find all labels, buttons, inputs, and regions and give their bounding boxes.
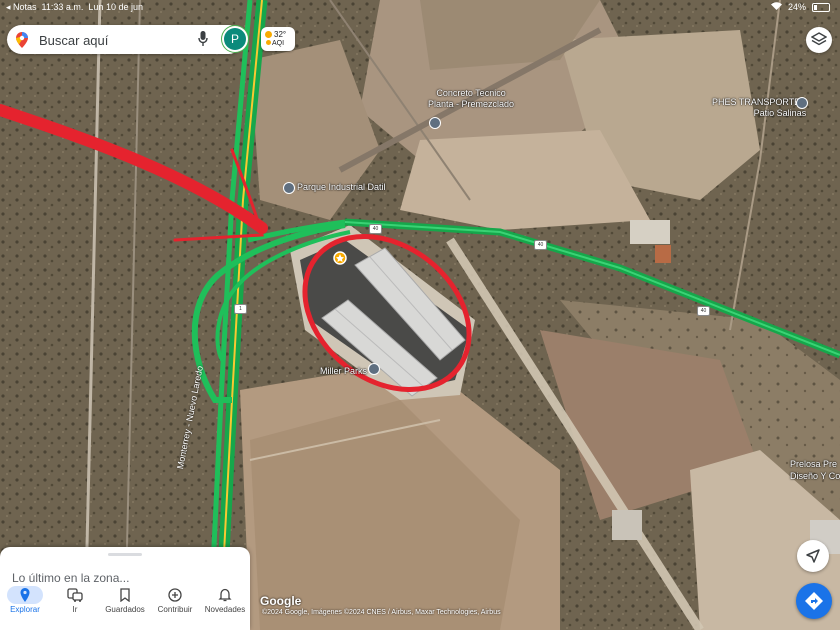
bookmark-icon bbox=[120, 588, 130, 602]
status-time: 11:33 a.m. bbox=[41, 2, 84, 12]
poi-label-concreto[interactable]: Concreto Tecnico Planta - Premezclado bbox=[428, 88, 514, 110]
satellite-map[interactable] bbox=[0, 0, 840, 630]
back-app-label[interactable]: ◂ Notas bbox=[6, 2, 37, 12]
poi-marker-phes[interactable] bbox=[796, 97, 808, 109]
microphone-icon[interactable] bbox=[198, 31, 208, 52]
bell-icon bbox=[218, 588, 232, 602]
route-shield-40-b: 40 bbox=[534, 240, 547, 250]
status-bar: ◂ Notas 11:33 a.m. Lun 10 de jun 24% bbox=[0, 0, 840, 14]
route-shield-1: 1 bbox=[234, 304, 247, 314]
weather-temp: 32° bbox=[274, 30, 287, 39]
status-left: ◂ Notas 11:33 a.m. Lun 10 de jun bbox=[6, 2, 143, 13]
bottom-navigation: Explorar Ir Guardados Contribuir Novedad… bbox=[0, 583, 250, 630]
poi-label-parque[interactable]: Parque Industrial Datil bbox=[297, 182, 386, 192]
nav-label-guardados: Guardados bbox=[105, 605, 145, 614]
layers-button[interactable] bbox=[806, 27, 832, 53]
nav-item-explorar[interactable]: Explorar bbox=[0, 583, 50, 630]
navigation-arrow-icon bbox=[806, 549, 820, 563]
directions-button[interactable] bbox=[796, 583, 832, 619]
poi-label-prelosa[interactable]: Prelosa Pre Diseño Y Co bbox=[790, 458, 840, 482]
nav-item-guardados[interactable]: Guardados bbox=[100, 583, 150, 630]
imagery-credits[interactable]: ©2024 Google, Imágenes ©2024 CNES / Airb… bbox=[262, 609, 501, 616]
directions-icon bbox=[805, 592, 823, 610]
location-pin-icon bbox=[20, 588, 30, 602]
nav-label-explorar: Explorar bbox=[10, 605, 40, 614]
nav-item-novedades[interactable]: Novedades bbox=[200, 583, 250, 630]
add-circle-icon bbox=[168, 588, 182, 602]
poi-marker-parque[interactable] bbox=[283, 182, 295, 194]
sun-icon bbox=[265, 31, 272, 38]
battery-icon bbox=[812, 2, 830, 12]
wifi-icon bbox=[770, 2, 782, 12]
poi-label-miller[interactable]: Miller Parks bbox=[320, 366, 367, 376]
poi-label-phes[interactable]: PHES TRANSPORTES Patio Salinas bbox=[712, 97, 806, 119]
sheet-drag-handle[interactable] bbox=[108, 553, 142, 556]
my-location-button[interactable] bbox=[797, 540, 829, 572]
nav-label-ir: Ir bbox=[72, 605, 78, 614]
nav-item-ir[interactable]: Ir bbox=[50, 583, 100, 630]
nav-label-contribuir: Contribuir bbox=[157, 605, 193, 614]
battery-percent: 24% bbox=[787, 2, 806, 12]
route-shield-40-a: 40 bbox=[369, 224, 382, 234]
aqi-indicator: AQI bbox=[266, 40, 284, 47]
google-logo: Google bbox=[260, 594, 302, 608]
poi-marker-concreto[interactable] bbox=[429, 117, 441, 129]
commute-icon bbox=[67, 588, 83, 602]
layers-icon bbox=[811, 32, 827, 46]
nav-item-contribuir[interactable]: Contribuir bbox=[150, 583, 200, 630]
nav-label-novedades: Novedades bbox=[204, 605, 246, 614]
avatar[interactable]: P bbox=[224, 28, 246, 50]
search-bar[interactable]: P bbox=[7, 25, 246, 54]
poi-marker-miller[interactable] bbox=[368, 363, 380, 375]
status-right: 24% bbox=[770, 2, 830, 12]
status-date: Lun 10 de jun bbox=[88, 2, 143, 12]
google-maps-pin-icon bbox=[16, 32, 28, 53]
search-input[interactable] bbox=[37, 30, 191, 51]
weather-chip[interactable]: 32° AQI bbox=[261, 27, 295, 51]
route-shield-40-c: 40 bbox=[697, 306, 710, 316]
